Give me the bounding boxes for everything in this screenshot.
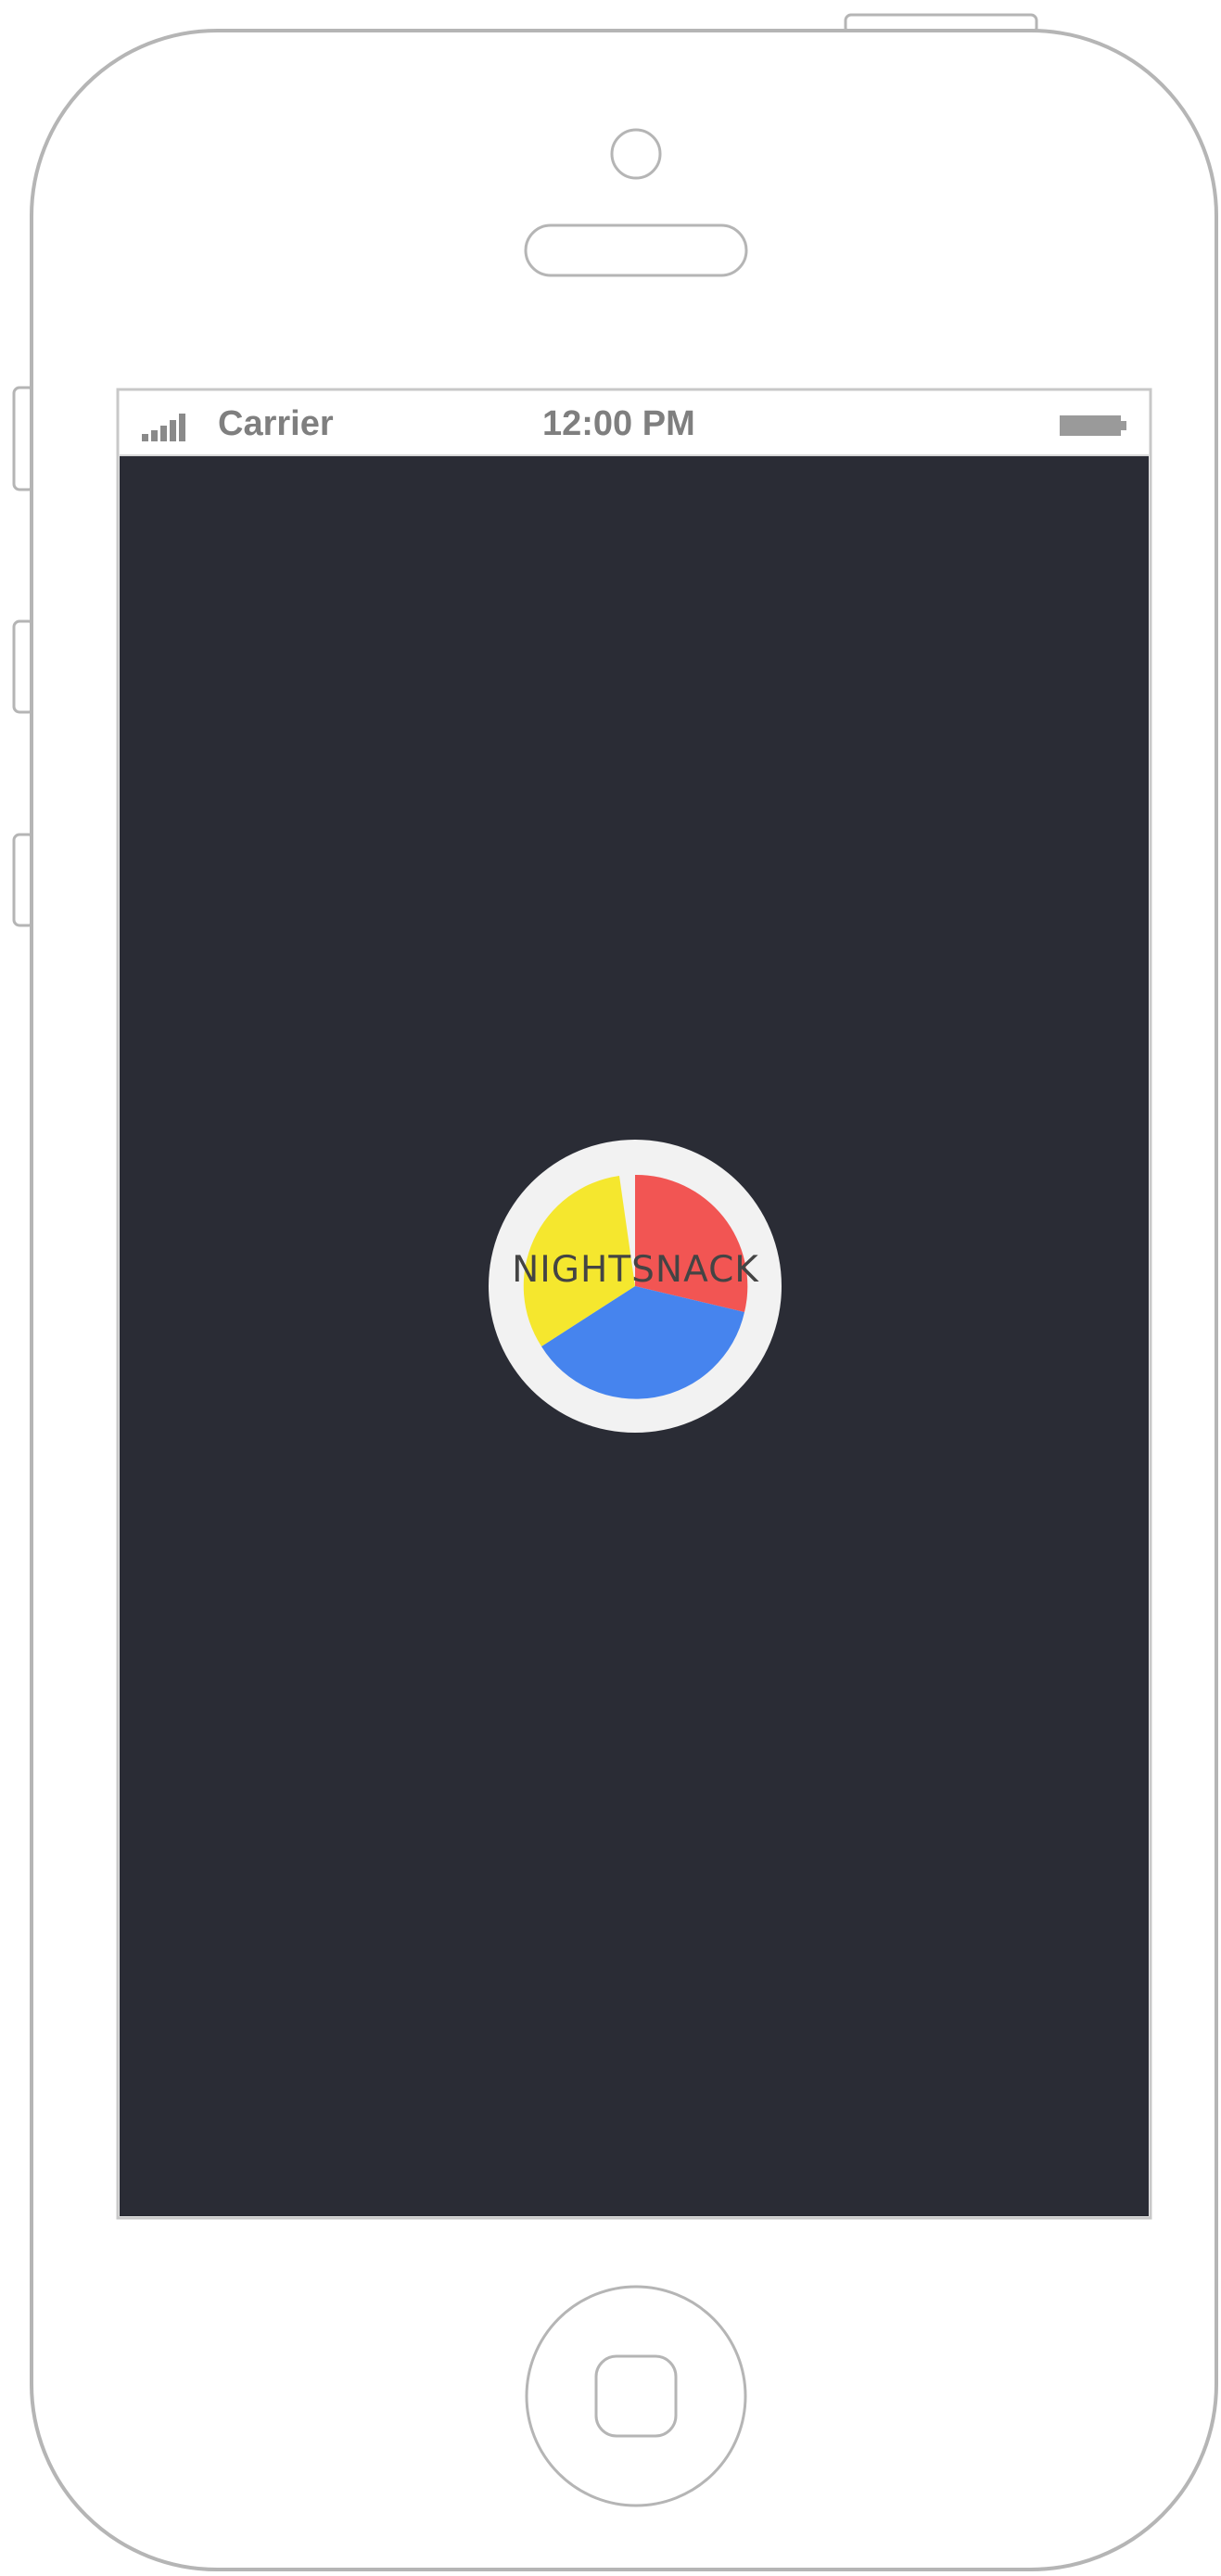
logo-wordmark: NIGHTSNACK [512, 1249, 759, 1291]
signal-strength-icon [142, 414, 185, 441]
nightsnack-logo: NIGHTSNACK [489, 1140, 782, 1434]
status-time: 12:00 PM [542, 404, 695, 443]
home-button-icon[interactable] [525, 2285, 747, 2507]
status-bar: Carrier 12:00 PM [120, 391, 1149, 456]
battery-icon [1060, 415, 1126, 436]
splash-screen: NIGHTSNACK [120, 456, 1149, 2216]
carrier-label: Carrier [218, 404, 334, 443]
